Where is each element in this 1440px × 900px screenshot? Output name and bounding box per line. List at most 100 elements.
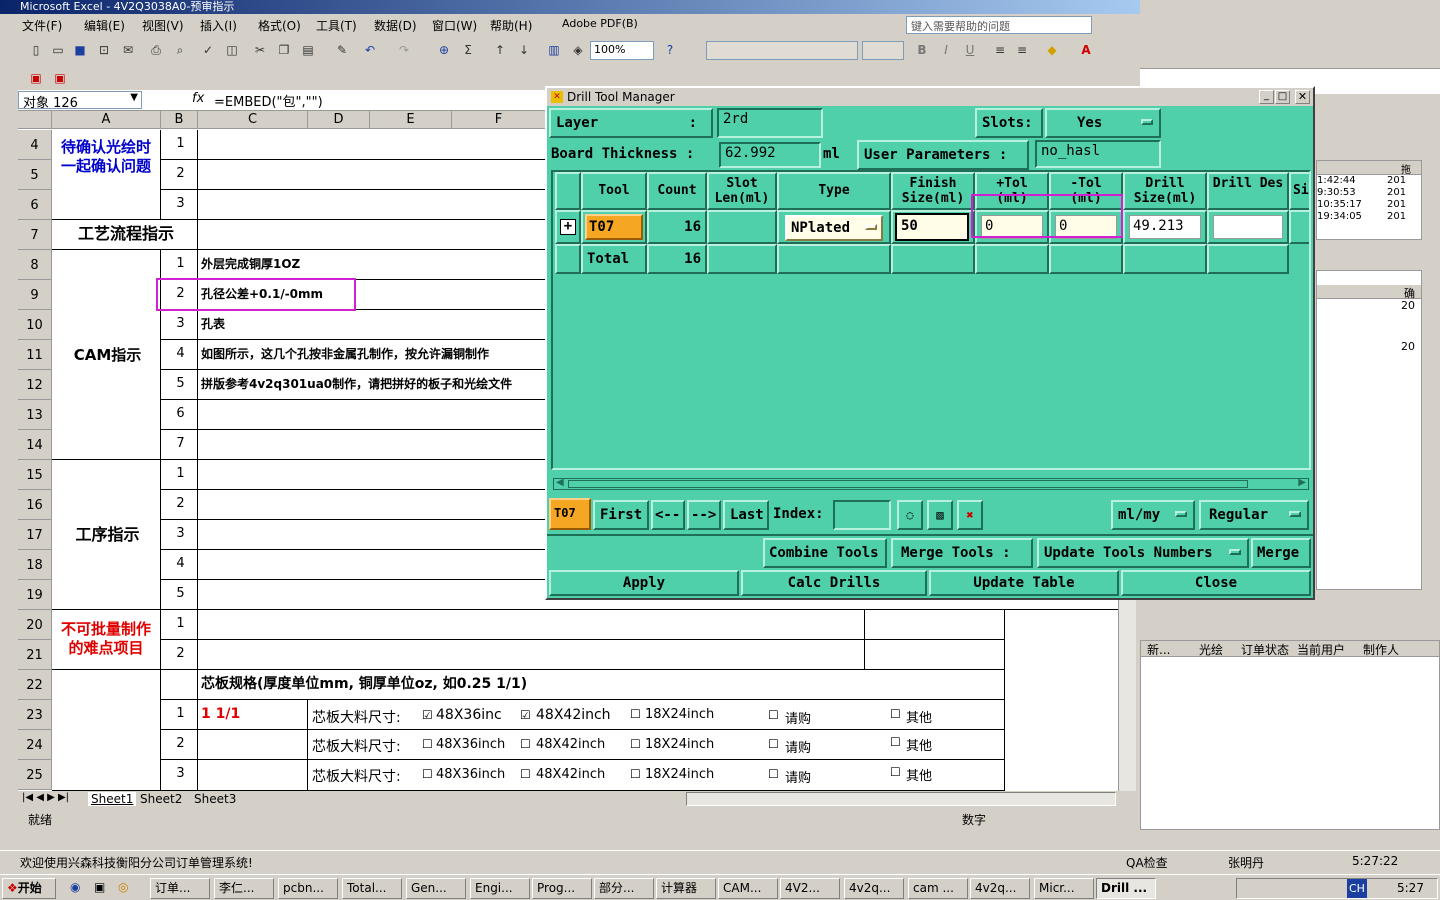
scroll-left-icon[interactable]: ◀ [556,477,564,488]
merge-button[interactable]: Merge [1251,538,1311,568]
cell-b-number[interactable]: 5 [161,370,198,400]
finish-cell[interactable]: 50 [891,210,975,244]
menu-edit[interactable]: 编辑(E) [84,17,125,34]
close-icon[interactable]: ✕ [1295,90,1310,104]
tab-sheet2[interactable]: Sheet2 [140,792,182,806]
task-item[interactable]: 部分... [594,878,654,899]
cell-g-row21[interactable] [865,640,1005,670]
index-input[interactable] [833,500,891,530]
cell-b-number[interactable]: 7 [161,430,198,460]
bold-icon[interactable]: B [914,42,930,58]
cell-c-row20[interactable] [198,610,865,640]
checkbox-48x42[interactable]: ☐ [520,737,531,751]
task-item[interactable]: 4v2q... [844,878,904,899]
next-button[interactable]: --> [687,500,721,530]
combine-tools-button[interactable]: Combine Tools [763,538,887,568]
row-header[interactable]: 18 [18,550,52,580]
cell-b-number[interactable]: 3 [161,190,198,220]
checkbox-48x42[interactable]: ☐ [520,767,531,781]
row-header[interactable]: 21 [18,640,52,670]
menu-file[interactable]: 文件(F) [22,17,62,34]
finish-input[interactable]: 50 [895,213,969,241]
task-item[interactable]: 订单... [150,878,210,899]
quicklaunch-ie-icon[interactable]: ◉ [66,878,80,899]
checkbox-other[interactable]: ☐ [890,735,901,749]
checkbox-48x36[interactable]: ☐ [422,737,433,751]
right-time-list[interactable]: 拖 1:42:44 201 9:30:53 201 10:35:17 201 19:3… [1316,160,1422,240]
checkbox-18x24[interactable]: ☐ [630,737,641,751]
col-header[interactable]: 新... [1147,641,1170,658]
row-header[interactable]: 6 [18,190,52,220]
type-select[interactable]: NPlated [785,215,883,241]
drill-des-input[interactable] [1213,215,1283,239]
start-button[interactable]: ❖开始 [2,878,56,899]
dialog-title-bar[interactable]: ✕ Drill Tool Manager _ □ ✕ [547,88,1313,106]
chevron-down-icon[interactable]: ▼ [130,92,138,103]
cell-core-spec-header[interactable]: 芯板规格(厚度单位mm, 铜厚单位oz, 如0.25 1/1) [198,670,1005,700]
task-item[interactable]: 李仁... [214,878,274,899]
column-header-e[interactable]: E [370,111,452,129]
cell-b-number[interactable]: 1 [161,250,198,280]
row-header[interactable]: 22 [18,670,52,700]
col-header[interactable]: 光绘 [1199,641,1223,658]
row-header[interactable]: 15 [18,460,52,490]
cell-b-number[interactable]: 1 [161,700,198,730]
row-header[interactable]: 24 [18,730,52,760]
select-all-corner[interactable] [18,111,52,129]
permission-icon[interactable]: ⊡ [96,42,112,58]
cell-b-number[interactable]: 1 [161,610,198,640]
underline-icon[interactable]: U [962,42,978,58]
pdf-email-icon[interactable]: ▣ [52,70,68,86]
task-item[interactable]: CAM... [718,878,778,899]
paste-icon[interactable]: ▤ [300,42,316,58]
checkbox-48x36[interactable]: ☑ [422,708,433,722]
cell-b-number[interactable]: 2 [161,640,198,670]
help-icon[interactable]: ? [662,42,678,58]
calc-drills-button[interactable]: Calc Drills [741,570,927,596]
row-header[interactable]: 7 [18,220,52,250]
menu-window[interactable]: 窗口(W) [432,17,477,34]
update-table-button[interactable]: Update Table [929,570,1119,596]
cell-cam-instruction[interactable]: CAM指示 [52,250,161,460]
tab-sheet3[interactable]: Sheet3 [194,792,236,806]
save-icon[interactable]: ■ [72,42,88,58]
first-button[interactable]: First [593,500,649,530]
minimize-icon[interactable]: _ [1259,90,1274,104]
drawing-icon[interactable]: ◈ [570,42,586,58]
type-cell[interactable]: NPlated [777,210,891,244]
formula-input[interactable]: =EMBED("包","") [214,91,323,110]
tab-sheet1[interactable]: Sheet1 [88,792,137,806]
undo-icon[interactable]: ↶ [362,42,378,58]
slot-len-cell[interactable] [707,210,777,244]
menu-tools[interactable]: 工具(T) [316,17,357,34]
row-header[interactable]: 12 [18,370,52,400]
maximize-icon[interactable]: □ [1275,90,1290,104]
menu-adobe-pdf[interactable]: Adobe PDF(B) [562,17,638,30]
quicklaunch-media-icon[interactable]: ◎ [114,878,128,899]
layer-input[interactable]: 2rd [717,108,823,138]
cell-difficult-items[interactable]: 不可批量制作的难点项目 [52,610,161,670]
horizontal-scrollbar[interactable] [686,792,1116,806]
task-item[interactable]: 4V2... [780,878,840,899]
cell-b-number[interactable]: 3 [161,520,198,550]
row-expand[interactable]: + [555,210,581,244]
sort-descending-icon[interactable]: ↓ [516,42,532,58]
grid-horizontal-scrollbar[interactable]: ◀ ▶ [553,477,1309,490]
menu-format[interactable]: 格式(O) [258,17,301,34]
row-header[interactable]: 19 [18,580,52,610]
menu-data[interactable]: 数据(D) [374,17,417,34]
redo-icon[interactable]: ↷ [396,42,412,58]
column-header-d[interactable]: D [308,111,370,129]
cell-b-number[interactable]: 2 [161,730,198,760]
row-header[interactable]: 23 [18,700,52,730]
lightbulb-icon[interactable]: ◌ [897,500,923,530]
menu-insert[interactable]: 插入(I) [200,17,237,34]
fill-color-icon[interactable]: ◆ [1044,42,1060,58]
cell-b-number[interactable]: 2 [161,490,198,520]
col-header[interactable]: 制作人 [1363,641,1399,658]
checkbox-purchase[interactable]: ☐ [768,767,779,781]
zoom-select[interactable]: 100% [590,41,654,60]
col-header[interactable]: 当前用户 [1297,641,1345,658]
row-header[interactable]: 10 [18,310,52,340]
task-item[interactable]: Engi... [470,878,530,899]
